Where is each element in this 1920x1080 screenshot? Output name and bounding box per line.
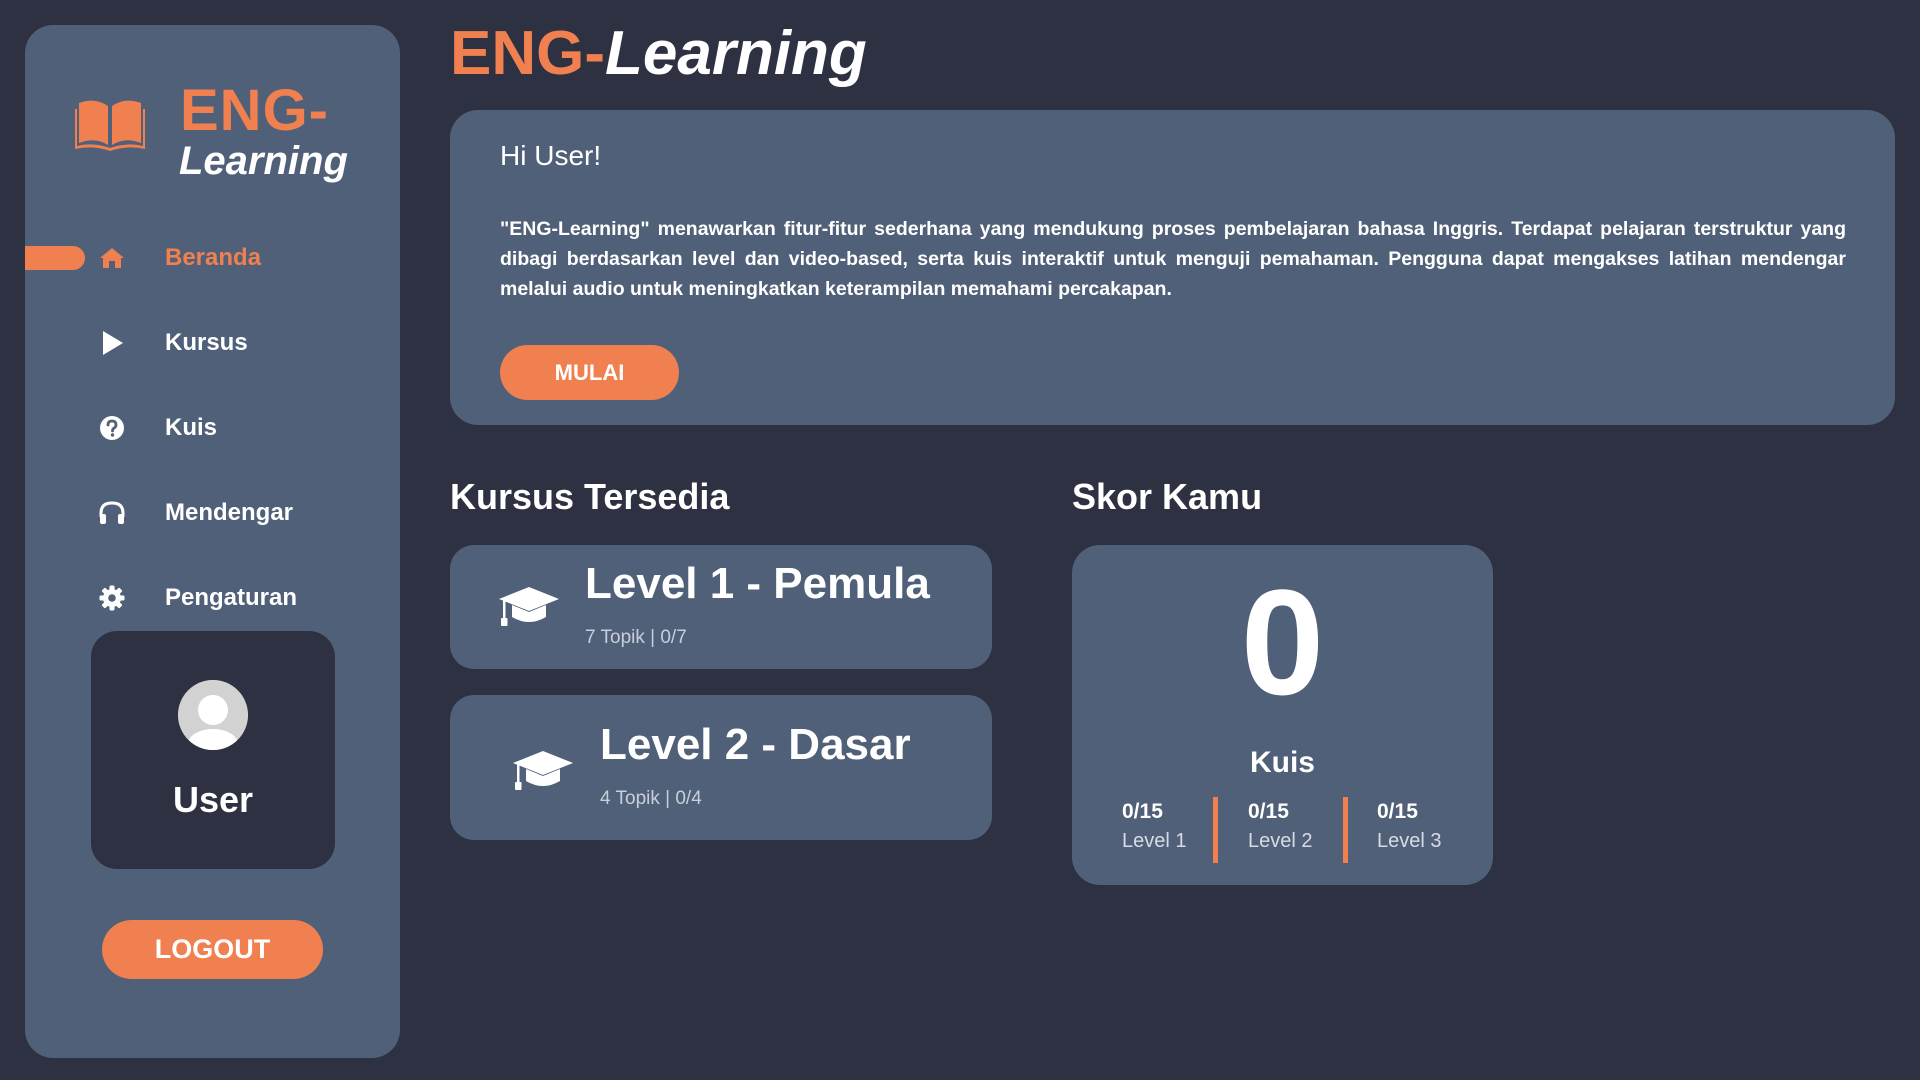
score-card: 0 Kuis 0/15 Level 1 0/15 Level 2 0/15 Le… (1072, 545, 1493, 885)
score-value: 0 (1240, 558, 1325, 726)
open-book-icon (75, 100, 145, 151)
score-level-2: 0/15 Level 2 (1248, 800, 1313, 853)
welcome-description: "ENG-Learning" menawarkan fitur-fitur se… (500, 218, 1846, 300)
sidebar-item-label: Pengaturan (165, 583, 298, 611)
sidebar-item-kuis[interactable]: Kuis (25, 385, 400, 470)
logout-button[interactable]: LOGOUT (102, 920, 323, 979)
active-indicator (25, 246, 85, 270)
avatar (178, 680, 248, 750)
question-circle-icon (95, 411, 129, 445)
course-meta: 4 Topik | 0/4 (600, 788, 702, 809)
score-divider (1343, 797, 1348, 863)
sidebar-item-beranda[interactable]: Beranda (25, 215, 400, 300)
graduation-cap-icon (499, 587, 559, 626)
score-divider (1213, 797, 1218, 863)
course-card-level-1[interactable]: Level 1 - Pemula 7 Topik | 0/7 (450, 545, 992, 669)
level-score: 0/15 (1248, 800, 1289, 823)
sidebar-item-label: Beranda (165, 243, 262, 271)
page-title-learning: Learning (605, 19, 867, 88)
score-level-3: 0/15 Level 3 (1377, 800, 1442, 853)
courses-heading: Kursus Tersedia (450, 476, 730, 517)
welcome-panel: Hi User! "ENG-Learning" menawarkan fitur… (450, 110, 1895, 425)
level-name: Level 3 (1377, 830, 1442, 852)
logo-text-eng: ENG- (180, 78, 329, 143)
course-title: Level 1 - Pemula (585, 559, 930, 608)
logo[interactable]: ENG- Learning (75, 75, 375, 185)
sidebar-item-pengaturan[interactable]: Pengaturan (25, 555, 400, 640)
level-score: 0/15 (1377, 800, 1418, 823)
course-title: Level 2 - Dasar (600, 720, 911, 769)
page-title-eng: ENG- (450, 19, 605, 88)
gear-icon (95, 581, 129, 615)
user-name: User (172, 779, 254, 820)
sidebar-nav: Beranda Kursus Kuis Mendengar Pengaturan (25, 215, 400, 640)
score-label: Kuis (1249, 746, 1315, 779)
sidebar-item-label: Kursus (165, 328, 248, 356)
logo-text-learning: Learning (179, 139, 348, 183)
score-level-1: 0/15 Level 1 (1122, 800, 1187, 853)
user-avatar-icon (178, 680, 248, 750)
sidebar: ENG- Learning Beranda Kursus Kuis Menden… (25, 25, 400, 1058)
score-heading: Skor Kamu (1072, 476, 1263, 517)
sidebar-item-label: Mendengar (165, 498, 294, 526)
level-name: Level 1 (1122, 830, 1187, 852)
user-card[interactable]: User (91, 631, 335, 869)
sidebar-item-kursus[interactable]: Kursus (25, 300, 400, 385)
start-button[interactable]: MULAI (500, 345, 679, 400)
course-card-level-2[interactable]: Level 2 - Dasar 4 Topik | 0/4 (450, 695, 992, 840)
graduation-cap-icon (513, 751, 573, 790)
sidebar-item-label: Kuis (165, 413, 218, 441)
level-name: Level 2 (1248, 830, 1313, 852)
headphones-icon (95, 496, 129, 530)
play-icon (95, 326, 129, 360)
welcome-greeting: Hi User! (500, 140, 602, 171)
home-icon (95, 241, 129, 275)
sidebar-item-mendengar[interactable]: Mendengar (25, 470, 400, 555)
level-score: 0/15 (1122, 800, 1163, 823)
page-title: ENG-Learning (450, 18, 867, 89)
course-meta: 7 Topik | 0/7 (585, 627, 687, 648)
